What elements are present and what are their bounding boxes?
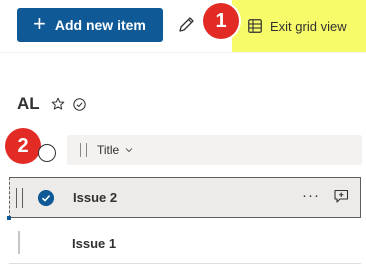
- column-header-title[interactable]: Title: [67, 135, 362, 165]
- chevron-down-icon: [125, 148, 133, 153]
- step-badge-1: 1: [203, 3, 239, 39]
- add-new-item-label: Add new item: [54, 17, 146, 33]
- column-drag-handle[interactable]: [80, 143, 87, 157]
- exit-grid-view-label: Exit grid view: [270, 18, 347, 34]
- grid-icon: [248, 19, 262, 33]
- row-drag-handle[interactable]: [16, 188, 23, 208]
- page-title: AL: [17, 94, 40, 113]
- check-circle-icon[interactable]: [73, 98, 86, 111]
- list-row[interactable]: Issue 2 ···: [7, 177, 361, 220]
- row-drag-handle[interactable]: [18, 231, 20, 254]
- select-all-checkbox[interactable]: [38, 144, 56, 162]
- star-icon[interactable]: [51, 97, 65, 111]
- step-badge-2: 2: [5, 128, 41, 164]
- row-selected-check-icon[interactable]: [38, 190, 54, 206]
- row-title[interactable]: Issue 1: [72, 236, 116, 251]
- row-resize-corner: [7, 216, 11, 220]
- column-header-label: Title: [97, 143, 120, 157]
- row-title[interactable]: Issue 2: [73, 190, 117, 205]
- plus-icon: +: [33, 11, 46, 36]
- list-row[interactable]: Issue 1: [9, 222, 361, 264]
- add-comment-icon[interactable]: [333, 188, 350, 204]
- pencil-icon[interactable]: [176, 14, 196, 36]
- exit-grid-view-button[interactable]: Exit grid view: [232, 0, 366, 52]
- more-options-icon[interactable]: ···: [302, 187, 320, 204]
- toolbar-divider: [0, 52, 366, 53]
- add-new-item-button[interactable]: + Add new item: [17, 8, 163, 42]
